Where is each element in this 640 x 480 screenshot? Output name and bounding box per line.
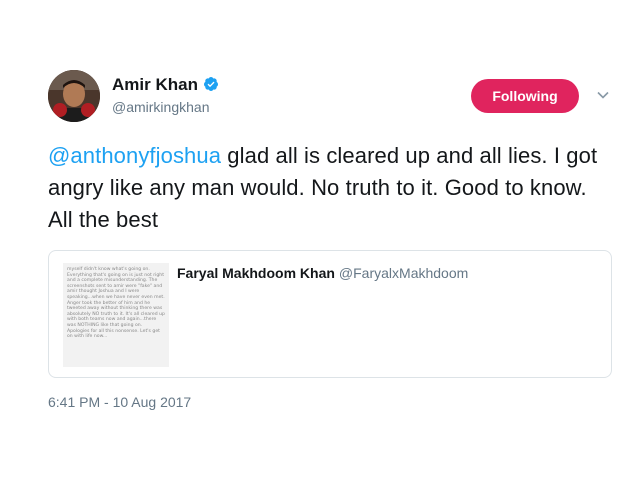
mention-link[interactable]: @anthonyfjoshua (48, 143, 221, 168)
author-display-name[interactable]: Amir Khan (112, 75, 198, 95)
verified-badge-icon (203, 77, 218, 91)
quoted-tweet-header: Faryal Makhdoom Khan @FaryalxMakhdoom (177, 265, 468, 283)
quoted-tweet[interactable]: myself didn't know what's going on. Ever… (48, 250, 612, 378)
avatar[interactable] (48, 70, 100, 122)
quoted-author-handle[interactable]: @FaryalxMakhdoom (339, 265, 468, 281)
following-button[interactable]: Following (471, 79, 579, 113)
quoted-tweet-image[interactable]: myself didn't know what's going on. Ever… (63, 263, 169, 367)
quoted-author-name[interactable]: Faryal Makhdoom Khan (177, 265, 335, 281)
quoted-image-text: myself didn't know what's going on. Ever… (67, 267, 165, 340)
tweet-card: Amir Khan @amirkingkhan Following @antho… (0, 0, 640, 480)
tweet-text: @anthonyfjoshua glad all is cleared up a… (48, 140, 608, 236)
author-handle[interactable]: @amirkingkhan (112, 98, 209, 116)
tweet-timestamp[interactable]: 6:41 PM - 10 Aug 2017 (48, 394, 191, 410)
chevron-down-icon[interactable] (596, 88, 610, 102)
